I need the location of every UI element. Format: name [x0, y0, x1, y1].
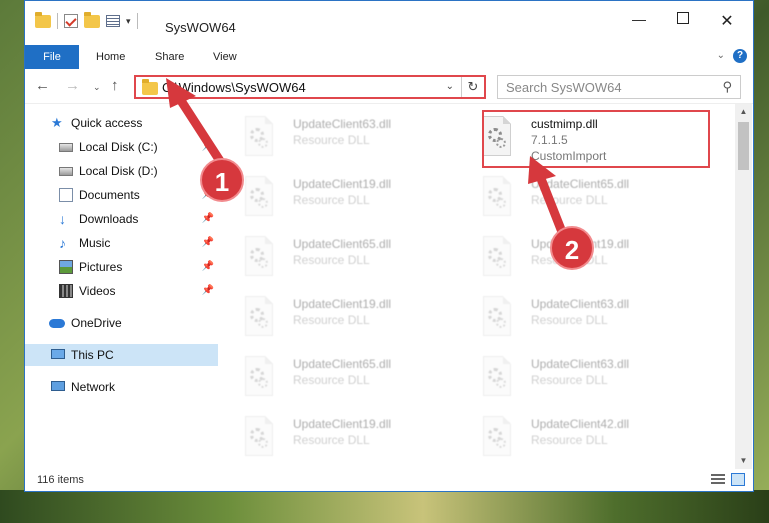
callout-arrow-1 [166, 78, 227, 169]
callout-badge-2: 2 [550, 226, 594, 270]
callout-arrow-2 [528, 156, 567, 237]
callout-badge-1: 1 [200, 158, 244, 202]
annotation-overlay [166, 78, 567, 237]
